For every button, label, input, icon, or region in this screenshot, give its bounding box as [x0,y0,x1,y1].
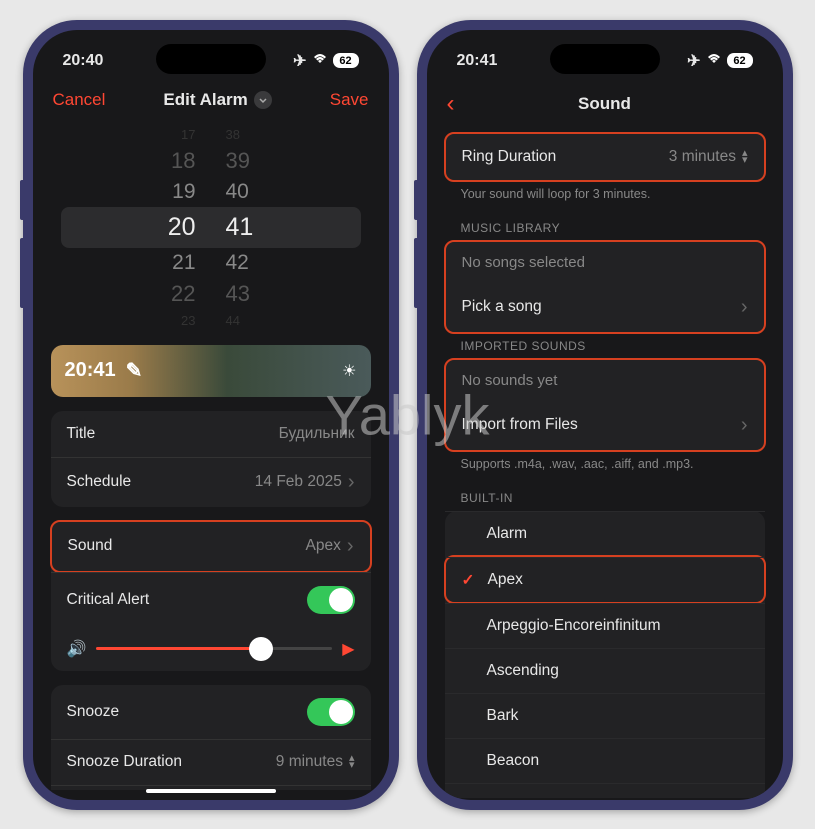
notch [156,44,266,74]
page-title[interactable]: Edit Alarm [163,90,271,110]
ring-label: Ring Duration [462,148,557,166]
chevron-down-icon [254,91,272,109]
sound-label: Sound [68,537,113,555]
updown-icon: ▴▾ [349,755,355,768]
phone-left: 20:40 ✈ 62 Cancel Edit Alarm Save 1738 1… [23,20,399,810]
volume-slider-row: 🔊 ▶ [51,627,371,671]
schedule-value: 14 Feb 2025 [255,473,342,491]
save-button[interactable]: Save [330,90,369,110]
schedule-row[interactable]: Schedule 14 Feb 2025 › [51,457,371,507]
notch [550,44,660,74]
builtin-sound-item[interactable]: Arpeggio-Encoreinfinitum [445,603,765,648]
home-indicator[interactable] [146,789,276,793]
snooze-toggle[interactable] [307,698,355,726]
sunrise-icon: ☀ [342,361,356,381]
banner-time-text: 20:41 [65,359,116,382]
pick-song-label: Pick a song [462,298,542,316]
imported-empty-text: No sounds yet [446,360,764,401]
imported-note: Supports .m4a, .wav, .aac, .aiff, and .m… [445,451,765,485]
title-value: Будильник [279,425,355,443]
phone-right: 20:41 ✈ 62 ‹ Sound Ring Duration 3 minut… [417,20,793,810]
builtin-header: BUILT-IN [445,485,765,511]
snooze-row: Snooze [51,685,371,739]
cancel-button[interactable]: Cancel [53,90,106,110]
builtin-list: AlarmApexArpeggio-EncoreinfinitumAscendi… [445,511,765,798]
page-title: Sound [578,94,631,114]
builtin-sound-item[interactable]: Apex [446,557,764,602]
time-picker[interactable]: 1738 1839 1940 2041 2142 2243 2344 [91,124,331,331]
snooze-label: Snooze [67,703,120,721]
pick-song-row[interactable]: Pick a song › [446,283,764,332]
critical-label: Critical Alert [67,591,150,609]
ring-note: Your sound will loop for 3 minutes. [445,181,765,215]
imported-header: IMPORTED SOUNDS [445,333,765,359]
status-time: 20:41 [457,52,498,70]
status-time: 20:40 [63,52,104,70]
builtin-sound-item[interactable]: Beacon [445,738,765,783]
ring-value: 3 minutes [669,148,736,166]
snooze-duration-row[interactable]: Snooze Duration 9 minutes ▴▾ [51,739,371,785]
play-icon[interactable]: ▶ [342,639,354,659]
schedule-label: Schedule [67,473,132,491]
pencil-icon: ✎ [126,358,143,383]
critical-toggle[interactable] [307,586,355,614]
wifi-icon [312,52,328,70]
wifi-icon [706,52,722,70]
battery-icon: 62 [333,53,359,68]
sound-row[interactable]: Sound Apex › [50,520,372,573]
chevron-right-icon: › [741,296,748,319]
music-empty-text: No songs selected [446,242,764,283]
screen-left: 20:40 ✈ 62 Cancel Edit Alarm Save 1738 1… [33,30,389,800]
builtin-sound-item[interactable]: Bark [445,693,765,738]
speaker-icon: 🔊 [67,639,87,659]
title-row[interactable]: Title Будильник [51,411,371,457]
title-label: Title [67,425,96,443]
screen-right: 20:41 ✈ 62 ‹ Sound Ring Duration 3 minut… [427,30,783,800]
builtin-sound-item[interactable]: Alarm [445,511,765,556]
updown-icon: ▴▾ [742,150,748,163]
critical-alert-row: Critical Alert [51,572,371,627]
sound-value: Apex [305,537,340,555]
snooze-dur-value: 9 minutes [276,753,343,771]
nav-header: ‹ Sound [427,80,783,128]
chevron-right-icon: › [347,535,354,558]
nav-header: Cancel Edit Alarm Save [33,80,389,120]
import-label: Import from Files [462,416,578,434]
chevron-right-icon: › [741,414,748,437]
snooze-dur-label: Snooze Duration [67,753,182,771]
music-library-header: MUSIC LIBRARY [445,215,765,241]
import-files-row[interactable]: Import from Files › [446,401,764,450]
ring-duration-row[interactable]: Ring Duration 3 minutes ▴▾ [446,134,764,180]
battery-icon: 62 [727,53,753,68]
back-button[interactable]: ‹ [447,90,455,118]
airplane-icon: ✈ [293,51,306,71]
builtin-sound-item[interactable]: Bell Tower [445,783,765,798]
builtin-sound-item[interactable]: Ascending [445,648,765,693]
airplane-icon: ✈ [687,51,700,71]
chevron-right-icon: › [348,471,355,494]
title-text: Edit Alarm [163,90,247,110]
volume-slider[interactable] [96,647,332,650]
preview-banner[interactable]: 20:41 ✎ ☀ [51,345,371,397]
